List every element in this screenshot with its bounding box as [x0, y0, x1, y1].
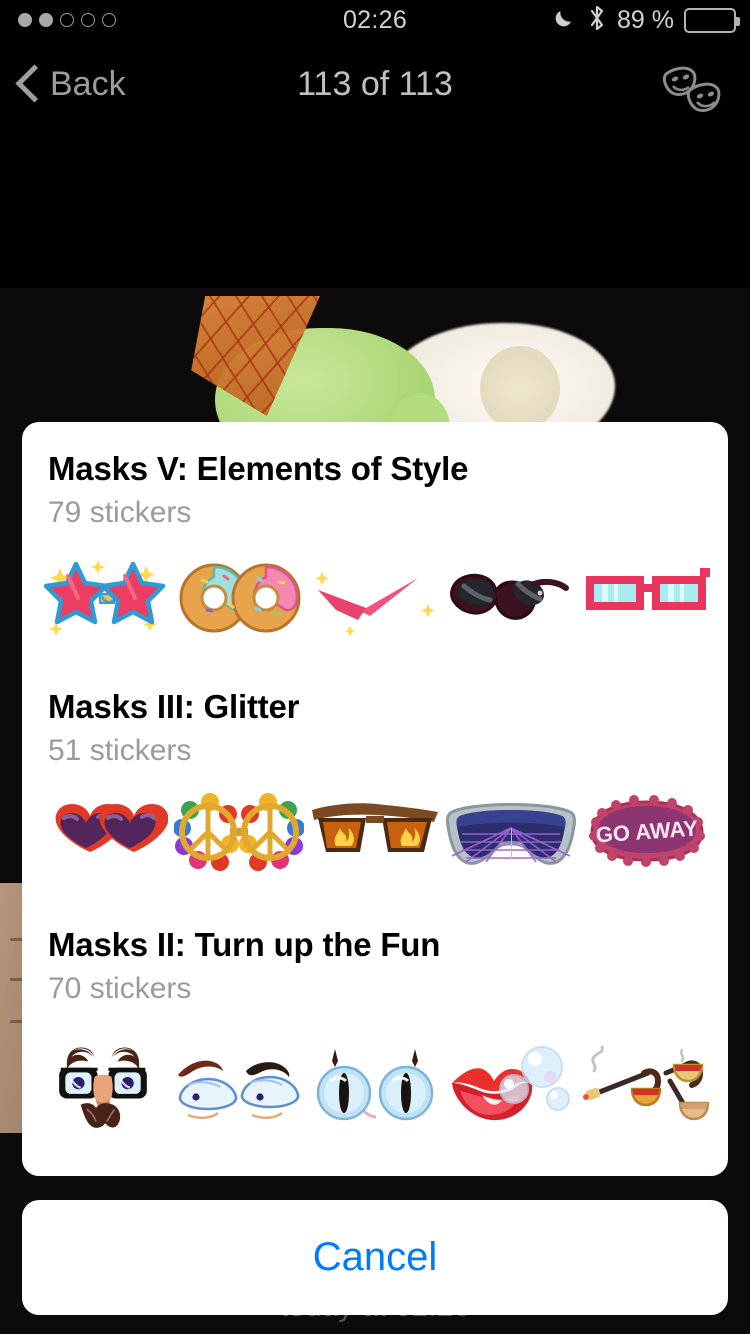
star-glasses-sticker[interactable] [38, 546, 168, 646]
bubble-lips-sticker[interactable] [446, 1037, 576, 1137]
sticker-pack-item[interactable]: Masks II: Turn up the Fun 70 stickers [22, 898, 728, 1176]
pixel-glasses-sticker[interactable] [582, 546, 712, 646]
cigarette-pipes-sticker[interactable] [582, 1037, 712, 1137]
sticker-preview-row [22, 530, 728, 646]
navigation-bar: Back 113 of 113 [0, 40, 750, 128]
status-bar: 02:26 89 % [0, 0, 750, 40]
page-title: 113 of 113 [0, 40, 750, 128]
sticker-preview-row [22, 1006, 728, 1162]
cancel-button[interactable]: Cancel [22, 1200, 728, 1315]
bluetooth-icon [587, 4, 607, 37]
peace-flower-glasses-sticker[interactable] [174, 784, 304, 884]
sticker-pack-action-sheet: Masks V: Elements of Style 79 stickers [22, 422, 728, 1176]
flame-sunglasses-sticker[interactable] [310, 784, 440, 884]
moon-icon [551, 5, 577, 36]
sticker-pack-item[interactable]: Masks V: Elements of Style 79 stickers [22, 422, 728, 660]
black-cat-eye-sunglasses-sticker[interactable] [446, 546, 576, 646]
background-fluff-core [480, 346, 560, 431]
phone-screen: 02:26 89 % Back 113 of 113 [0, 0, 750, 1334]
battery-percent-label: 89 % [617, 6, 674, 35]
cancel-button-label: Cancel [313, 1235, 438, 1280]
pack-title: Masks II: Turn up the Fun [22, 898, 728, 964]
pack-title: Masks III: Glitter [22, 660, 728, 726]
sticker-pack-item[interactable]: Masks III: Glitter 51 stickers [22, 660, 728, 898]
pack-sticker-count: 51 stickers [22, 726, 728, 768]
donut-glasses-sticker[interactable] [174, 546, 304, 646]
battery-icon [684, 8, 736, 33]
theater-masks-icon[interactable] [656, 60, 736, 120]
go-away-sleep-mask-sticker[interactable]: GO AWAY [582, 784, 712, 884]
pack-title: Masks V: Elements of Style [22, 422, 728, 488]
retro-vr-goggles-sticker[interactable] [446, 784, 576, 884]
pack-sticker-count: 70 stickers [22, 964, 728, 1006]
status-bar-right-group: 89 % [551, 4, 736, 37]
pack-sticker-count: 79 stickers [22, 488, 728, 530]
cat-eyes-sticker[interactable] [310, 1037, 440, 1137]
pink-cat-eye-sticker[interactable] [310, 546, 440, 646]
heart-glasses-sticker[interactable] [38, 784, 168, 884]
sticker-preview-row: GO AWAY [22, 768, 728, 884]
groucho-disguise-sticker[interactable] [38, 1022, 168, 1152]
sleepy-eyes-sticker[interactable] [174, 1037, 304, 1137]
